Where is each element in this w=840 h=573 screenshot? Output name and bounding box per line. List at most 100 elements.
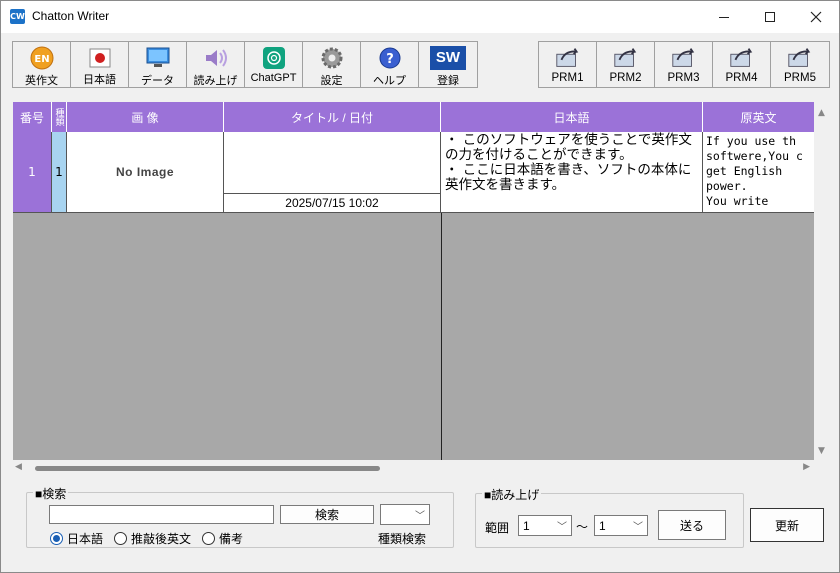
share-prm-icon bbox=[554, 46, 582, 70]
column-divider bbox=[441, 213, 442, 460]
cell-title-date[interactable]: 2025/07/15 10:02 bbox=[224, 132, 441, 213]
help-icon: ? bbox=[376, 46, 404, 70]
radio-japanese[interactable]: 日本語 bbox=[50, 530, 103, 547]
header-kind[interactable]: 種類 bbox=[52, 102, 67, 132]
monitor-data-icon bbox=[144, 46, 172, 70]
header-title-date[interactable]: タイトル / 日付 bbox=[224, 102, 441, 132]
title-bar: CW Chatton Writer bbox=[1, 1, 839, 33]
radio-revised-english[interactable]: 推敲後英文 bbox=[114, 530, 191, 547]
read-aloud-group-label: ■読み上げ bbox=[482, 486, 542, 503]
radio-label: 備考 bbox=[219, 532, 244, 546]
toolbar-label: ChatGPT bbox=[250, 72, 297, 84]
header-original-english[interactable]: 原英文 bbox=[703, 102, 814, 132]
chatgpt-icon bbox=[260, 46, 288, 70]
window-title: Chatton Writer bbox=[32, 9, 110, 23]
sw-register-icon-text: SW bbox=[430, 46, 466, 70]
prm-label: PRM5 bbox=[784, 72, 816, 84]
kind-search-label: 種類検索 bbox=[378, 532, 427, 546]
prm-toolbar: PRM1 PRM2 PRM3 PRM4 PRM5 bbox=[538, 41, 830, 88]
grid-header-row: 番号 種類 画 像 タイトル / 日付 日本語 原英文 bbox=[13, 102, 814, 132]
cell-title[interactable] bbox=[224, 132, 440, 192]
sw-register-icon: SW bbox=[430, 46, 466, 70]
search-input[interactable] bbox=[49, 505, 274, 524]
search-button[interactable]: 検索 bbox=[280, 505, 374, 524]
japan-flag-icon bbox=[86, 46, 114, 69]
toolbar-label: ヘルプ bbox=[373, 75, 406, 87]
main-toolbar: EN 英作文 日本語 データ 読み上げ ChatGPT 設定 ? ヘルプ SW … bbox=[12, 41, 478, 88]
header-japanese[interactable]: 日本語 bbox=[441, 102, 703, 132]
toolbar-button-chatgpt[interactable]: ChatGPT bbox=[245, 42, 303, 87]
toolbar-label: 登録 bbox=[437, 75, 459, 87]
entries-grid[interactable]: 番号 種類 画 像 タイトル / 日付 日本語 原英文 1 1 No Image… bbox=[13, 102, 814, 460]
cell-original-english[interactable]: If you use th softwere,You c get English… bbox=[703, 132, 814, 213]
radio-label: 推敲後英文 bbox=[131, 532, 192, 546]
toolbar-button-read-aloud[interactable]: 読み上げ bbox=[187, 42, 245, 87]
share-prm-icon bbox=[670, 46, 698, 70]
toolbar-button-help[interactable]: ? ヘルプ bbox=[361, 42, 419, 87]
refresh-button[interactable]: 更新 bbox=[750, 508, 824, 542]
search-group-label: ■検索 bbox=[33, 485, 69, 502]
maximize-button[interactable] bbox=[747, 1, 793, 33]
toolbar-button-register[interactable]: SW 登録 bbox=[419, 42, 477, 87]
svg-text:EN: EN bbox=[34, 54, 49, 65]
app-window: CW Chatton Writer EN 英作文 日本語 データ 読み上げ Ch… bbox=[0, 0, 840, 573]
toolbar-button-japanese[interactable]: 日本語 bbox=[71, 42, 129, 87]
prm5-button[interactable]: PRM5 bbox=[771, 42, 829, 87]
prm2-button[interactable]: PRM2 bbox=[597, 42, 655, 87]
radio-dot[interactable] bbox=[114, 532, 127, 545]
prm-label: PRM1 bbox=[551, 72, 584, 84]
scroll-right-icon[interactable]: ▶ bbox=[803, 462, 810, 472]
header-image[interactable]: 画 像 bbox=[67, 102, 224, 132]
chevron-down-icon: ﹀ bbox=[633, 522, 643, 533]
app-icon: CW bbox=[10, 9, 25, 24]
toolbar-label: データ bbox=[141, 75, 174, 87]
toolbar-label: 読み上げ bbox=[193, 75, 238, 87]
cell-number[interactable]: 1 bbox=[13, 132, 52, 213]
horizontal-scroll-thumb[interactable] bbox=[35, 466, 380, 471]
prm4-button[interactable]: PRM4 bbox=[713, 42, 771, 87]
minimize-icon bbox=[719, 16, 729, 18]
toolbar-label: 設定 bbox=[320, 75, 343, 87]
radio-dot[interactable] bbox=[202, 532, 215, 545]
speaker-icon bbox=[202, 46, 230, 70]
scroll-left-icon[interactable]: ◀ bbox=[15, 462, 22, 472]
prm1-button[interactable]: PRM1 bbox=[539, 42, 597, 87]
range-from-select[interactable]: 1 ﹀ bbox=[518, 515, 572, 536]
radio-dot-selected[interactable] bbox=[50, 532, 63, 545]
toolbar-button-data[interactable]: データ bbox=[129, 42, 187, 87]
prm3-button[interactable]: PRM3 bbox=[655, 42, 713, 87]
scroll-down-icon[interactable]: ▼ bbox=[818, 446, 825, 456]
table-row[interactable]: 1 1 No Image 2025/07/15 10:02 ・ このソフトウェア… bbox=[13, 132, 814, 213]
range-to-select[interactable]: 1 ﹀ bbox=[594, 515, 648, 536]
toolbar-button-settings[interactable]: 設定 bbox=[303, 42, 361, 87]
kind-select[interactable]: ﹀ bbox=[380, 504, 430, 525]
en-badge-icon: EN bbox=[28, 46, 56, 70]
vertical-scrollbar[interactable]: ▲ ▼ bbox=[814, 102, 831, 460]
chevron-down-icon: ﹀ bbox=[557, 522, 567, 533]
maximize-icon bbox=[765, 12, 775, 22]
radio-label: 日本語 bbox=[67, 532, 104, 546]
cell-japanese[interactable]: ・ このソフトウェアを使うことで英作文の力を付けることができます。 ・ ここに日… bbox=[441, 132, 703, 213]
prm-label: PRM3 bbox=[667, 72, 700, 84]
send-button[interactable]: 送る bbox=[658, 510, 726, 540]
range-tilde: ～ bbox=[576, 520, 589, 534]
prm-label: PRM2 bbox=[609, 72, 642, 84]
chevron-down-icon: ﹀ bbox=[415, 511, 425, 522]
cell-image-placeholder[interactable]: No Image bbox=[67, 132, 224, 213]
range-from-value: 1 bbox=[523, 518, 530, 533]
scroll-up-icon[interactable]: ▲ bbox=[818, 108, 825, 118]
radio-notes[interactable]: 備考 bbox=[202, 530, 243, 547]
svg-text:?: ? bbox=[386, 52, 394, 67]
close-button[interactable] bbox=[793, 1, 839, 33]
range-to-value: 1 bbox=[599, 518, 606, 533]
cell-date: 2025/07/15 10:02 bbox=[224, 193, 440, 212]
toolbar-label: 日本語 bbox=[83, 74, 116, 86]
horizontal-scrollbar[interactable]: ◀ ▶ bbox=[13, 460, 814, 477]
prm-label: PRM4 bbox=[725, 72, 758, 84]
share-prm-icon bbox=[786, 46, 814, 70]
header-number[interactable]: 番号 bbox=[13, 102, 52, 132]
minimize-button[interactable] bbox=[701, 1, 747, 33]
toolbar-button-english-composition[interactable]: EN 英作文 bbox=[13, 42, 71, 87]
range-label: 範囲 bbox=[485, 521, 510, 535]
cell-kind[interactable]: 1 bbox=[52, 132, 67, 213]
